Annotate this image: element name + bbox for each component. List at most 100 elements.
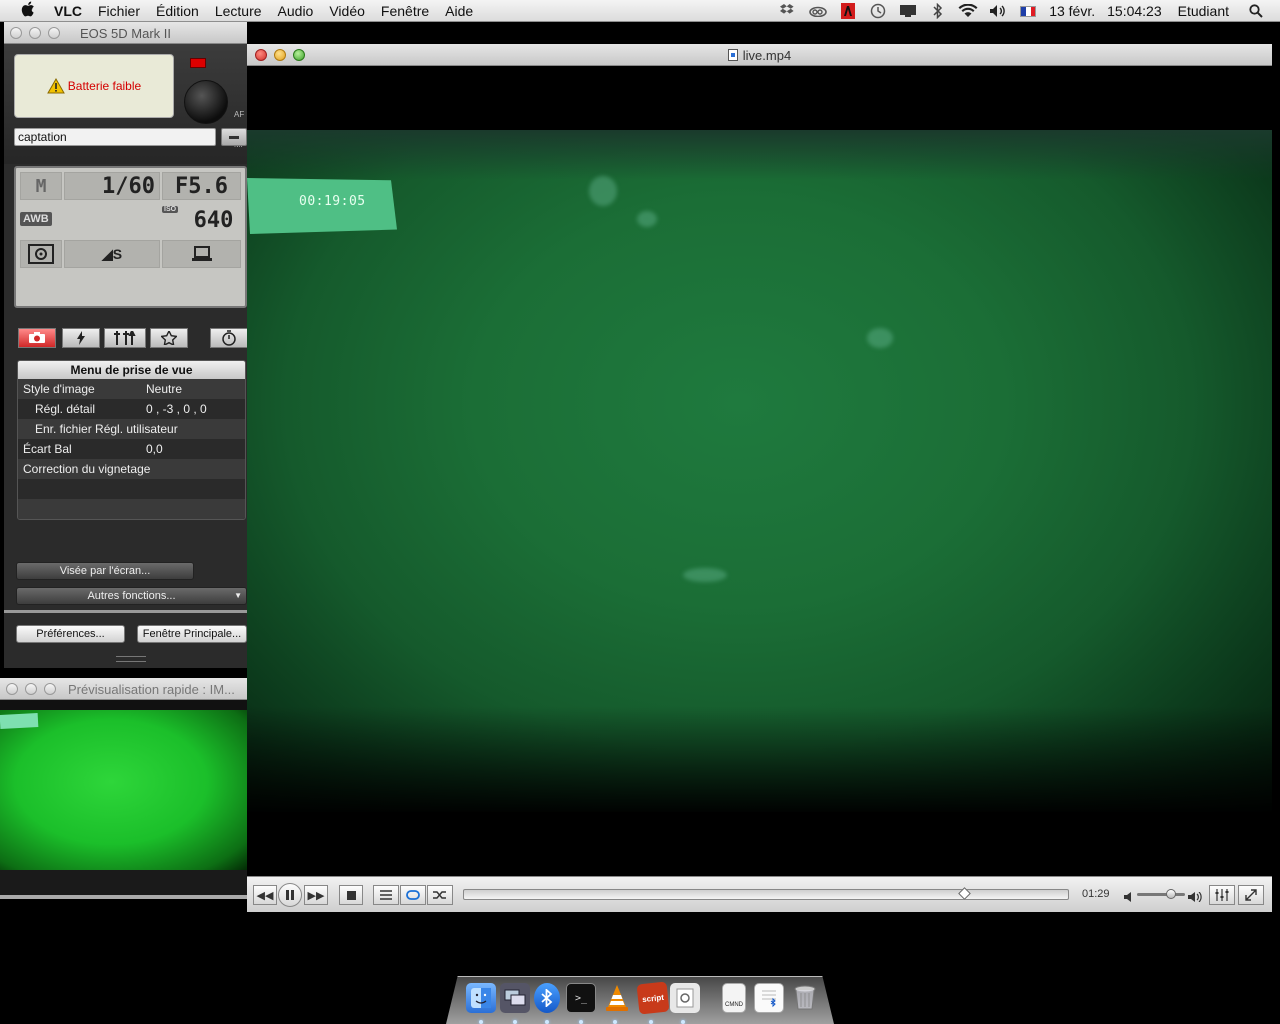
fast-forward-icon[interactable]: ▶▶ <box>304 885 328 905</box>
bluetooth-document-icon[interactable] <box>754 983 784 1013</box>
aperture-value[interactable]: F5.6 <box>162 172 241 200</box>
trash-icon[interactable] <box>790 983 820 1013</box>
menu-row-key: Style d'image <box>23 382 95 396</box>
menu-aide[interactable]: Aide <box>437 0 481 22</box>
warning-icon <box>46 78 65 94</box>
metering-mode-icon[interactable] <box>20 240 62 268</box>
live-view-button[interactable]: Visée par l'écran... <box>16 562 194 580</box>
video-area[interactable]: 00:19:05 <box>247 66 1272 876</box>
menu-bar: VLC Fichier Édition Lecture Audio Vidéo … <box>0 0 1280 22</box>
menu-app-vlc[interactable]: VLC <box>46 0 90 22</box>
apple-menu-icon[interactable] <box>14 1 42 21</box>
other-functions-button[interactable]: Autres fonctions... ▼ <box>16 587 247 605</box>
fullscreen-icon[interactable] <box>1238 885 1264 905</box>
folder-icon[interactable]: ▬ <box>221 128 247 146</box>
main-dial[interactable] <box>184 80 228 124</box>
equalizer-icon[interactable] <box>1209 885 1235 905</box>
preview-zoom-button[interactable] <box>44 683 56 695</box>
wifi-icon[interactable] <box>958 3 978 19</box>
tape-timecode: 00:19:05 <box>299 194 366 209</box>
video-smudge <box>637 211 657 227</box>
timer-tab-icon[interactable] <box>210 328 247 348</box>
menu-row-key: Régl. détail <box>35 402 96 416</box>
finder-icon[interactable] <box>466 983 496 1013</box>
menu-row-save-user-file[interactable]: Enr. fichier Régl. utilisateur <box>18 419 245 439</box>
video-smudge <box>867 328 893 348</box>
dropbox-icon[interactable] <box>778 3 798 19</box>
menu-row-wb-shift[interactable]: Écart Bal 0,0 <box>18 439 245 459</box>
bluetooth-app-icon[interactable] <box>534 983 560 1013</box>
seek-knob[interactable] <box>958 887 971 900</box>
pause-icon[interactable] <box>278 883 302 907</box>
script-editor-icon[interactable]: script <box>636 981 670 1015</box>
laptop-icon[interactable] <box>162 240 241 268</box>
preview-minimize-button[interactable] <box>25 683 37 695</box>
caption-field[interactable]: captation <box>14 128 216 146</box>
vlc-icon[interactable] <box>602 983 632 1013</box>
battery-warning: Batterie faible <box>14 54 174 118</box>
terminal-icon[interactable]: >_ <box>566 983 596 1013</box>
shooting-menu: Menu de prise de vue Style d'image Neutr… <box>17 360 246 520</box>
shuffle-icon[interactable] <box>427 885 453 905</box>
creative-cloud-icon[interactable] <box>808 3 828 19</box>
menu-fenetre[interactable]: Fenêtre <box>373 0 437 22</box>
white-balance[interactable]: AWB <box>20 212 52 226</box>
display-icon[interactable] <box>898 3 918 19</box>
preview-app-icon[interactable] <box>670 983 700 1013</box>
france-flag-icon[interactable] <box>1018 3 1038 19</box>
menu-row-key: Enr. fichier Régl. utilisateur <box>35 422 178 436</box>
video-frame-top-shade <box>247 130 1272 180</box>
menu-video[interactable]: Vidéo <box>321 0 373 22</box>
adobe-icon[interactable] <box>838 3 858 19</box>
dock-running-indicator <box>613 1020 617 1024</box>
preview-close-button[interactable] <box>6 683 18 695</box>
menu-row-vignetting[interactable]: Correction du vignetage <box>18 459 245 479</box>
menu-row-picture-style[interactable]: Style d'image Neutre <box>18 379 245 399</box>
volume-slider[interactable] <box>1137 893 1185 896</box>
vlc-player-window: live.mp4 00:19:05 ◀◀ ▶▶ 01:29 <box>247 44 1272 912</box>
shutter-speed[interactable]: 1/60 <box>64 172 160 200</box>
clock-time[interactable]: 15:04:23 <box>1101 3 1168 19</box>
preview-titlebar[interactable]: Prévisualisation rapide : IM... <box>0 678 247 700</box>
stop-icon[interactable] <box>339 885 363 905</box>
remote-desktop-icon[interactable] <box>500 983 530 1013</box>
eos-titlebar[interactable]: EOS 5D Mark II <box>4 22 247 44</box>
time-machine-icon[interactable] <box>868 3 888 19</box>
menu-row-empty <box>18 499 245 519</box>
main-window-button[interactable]: Fenêtre Principale... <box>137 625 247 643</box>
video-smudge <box>683 568 727 582</box>
bluetooth-icon[interactable] <box>928 3 948 19</box>
quick-preview-window: Prévisualisation rapide : IM... <box>0 678 247 899</box>
flash-tab-icon[interactable] <box>62 328 100 348</box>
menu-audio[interactable]: Audio <box>270 0 322 22</box>
star-tab-icon[interactable] <box>150 328 188 348</box>
preferences-button[interactable]: Préférences... <box>16 625 125 643</box>
settings-tabs <box>18 328 247 350</box>
user-menu[interactable]: Etudiant <box>1168 3 1241 19</box>
shooting-mode[interactable]: M <box>20 172 62 200</box>
menu-row-detail-settings[interactable]: Régl. détail 0 , -3 , 0 , 0 <box>18 399 245 419</box>
vlc-titlebar[interactable]: live.mp4 <box>247 44 1272 66</box>
spotlight-icon[interactable] <box>1246 3 1266 19</box>
volume-knob[interactable] <box>1166 889 1176 899</box>
repeat-icon[interactable] <box>400 885 426 905</box>
iso-label: ISO <box>162 206 179 213</box>
rewind-icon[interactable]: ◀◀ <box>253 885 277 905</box>
elapsed-time[interactable]: 01:29 <box>1082 888 1110 900</box>
iso-value[interactable]: 640 <box>186 206 241 234</box>
resize-grip-icon[interactable] <box>116 656 146 662</box>
divider <box>4 610 247 613</box>
camera-tab-icon[interactable] <box>18 328 56 348</box>
menu-lecture[interactable]: Lecture <box>207 0 270 22</box>
seek-bar[interactable] <box>463 887 1069 900</box>
tools-tab-icon[interactable] <box>104 328 146 348</box>
image-quality[interactable]: ◢S <box>64 240 160 268</box>
cmnd-document-icon[interactable]: CMND <box>722 983 746 1013</box>
menu-row-value: 0 , -3 , 0 , 0 <box>146 402 207 416</box>
menu-row-key: Écart Bal <box>23 442 72 456</box>
playlist-icon[interactable] <box>373 885 399 905</box>
volume-icon[interactable] <box>988 3 1008 19</box>
menu-edition[interactable]: Édition <box>148 0 207 22</box>
menu-fichier[interactable]: Fichier <box>90 0 148 22</box>
clock-date[interactable]: 13 févr. <box>1043 3 1101 19</box>
